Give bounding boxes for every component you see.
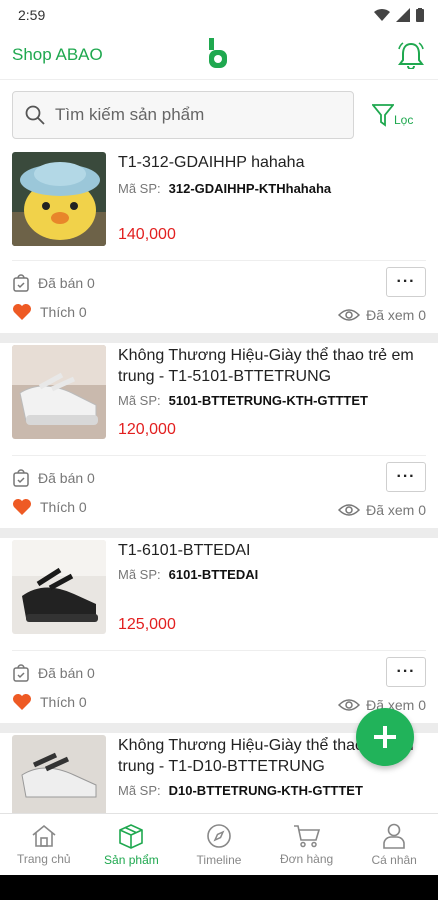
signal-icon <box>396 8 410 22</box>
cart-icon <box>293 824 320 847</box>
home-icon <box>32 824 56 847</box>
product-image <box>12 735 106 813</box>
tab-timeline[interactable]: Timeline <box>175 814 263 875</box>
more-options-button[interactable]: ··· <box>386 462 426 492</box>
product-image <box>12 540 106 634</box>
tab-profile[interactable]: Cá nhân <box>350 814 438 875</box>
product-name: T1-312-GDAIHHP hahaha <box>118 154 305 171</box>
heart-icon <box>13 499 31 515</box>
box-icon <box>119 823 144 849</box>
filter-label: Lọc <box>394 113 414 127</box>
shop-name[interactable]: Shop ABAO <box>12 45 103 65</box>
product-sku: Mã SP: 6101-BTTEDAI <box>118 567 259 582</box>
user-icon <box>383 823 405 849</box>
status-icons <box>374 8 424 22</box>
battery-icon <box>416 8 424 22</box>
bottom-tab-bar: Trang chủ Sản phẩm Timeline Đơn hàng Cá … <box>0 813 438 875</box>
bag-check-icon <box>13 664 29 682</box>
product-sku: Mã SP: 5101-BTTETRUNG-KTH-GTTTET <box>118 393 368 408</box>
app-logo <box>209 38 227 68</box>
view-count: Đã xem 0 <box>338 307 426 323</box>
product-name: T1-6101-BTTEDAI <box>118 542 251 559</box>
eye-icon <box>338 699 361 711</box>
like-count[interactable]: Thích 0 <box>12 498 87 516</box>
more-options-button[interactable]: ··· <box>386 267 426 297</box>
heart-icon <box>13 304 31 320</box>
eye-icon <box>338 309 361 321</box>
product-name: Không Thương Hiệu-Giày thể thao trẻ em t… <box>118 347 414 385</box>
status-bar: 2:59 <box>0 0 438 30</box>
eye-icon <box>338 504 361 516</box>
product-card[interactable]: T1-6101-BTTEDAI Mã SP: 6101-BTTEDAI 125,0… <box>0 538 438 723</box>
product-price: 120,000 <box>118 421 176 438</box>
product-card[interactable]: T1-312-GDAIHHP hahaha Mã SP: 312-GDAIHHP-… <box>0 150 438 333</box>
search-placeholder: Tìm kiếm sản phẩm <box>55 105 205 124</box>
product-price: 140,000 <box>118 226 176 243</box>
search-input[interactable]: Tìm kiếm sản phẩm <box>12 91 354 139</box>
tab-products[interactable]: Sản phẩm <box>88 814 176 875</box>
more-options-button[interactable]: ··· <box>386 657 426 687</box>
app-header: Shop ABAO <box>0 30 438 80</box>
product-image <box>12 345 106 439</box>
like-count[interactable]: Thích 0 <box>12 693 87 711</box>
tab-orders[interactable]: Đơn hàng <box>263 814 351 875</box>
sold-count: Đã bán 0 <box>12 663 95 683</box>
heart-icon <box>13 694 31 710</box>
compass-icon <box>207 823 231 848</box>
status-time: 2:59 <box>18 7 46 23</box>
notification-bell-icon[interactable] <box>396 40 426 70</box>
product-price: 125,000 <box>118 616 176 633</box>
search-icon <box>25 105 45 125</box>
product-card[interactable]: Không Thương Hiệu-Giày thể thao trẻ em t… <box>0 343 438 528</box>
search-row: Tìm kiếm sản phẩm Lọc <box>0 80 438 150</box>
product-sku: Mã SP: 312-GDAIHHP-KTHhahaha <box>118 181 332 196</box>
like-count[interactable]: Thích 0 <box>12 303 87 321</box>
tab-home[interactable]: Trang chủ <box>0 814 88 875</box>
product-sku: Mã SP: D10-BTTETRUNG-KTH-GTTTET <box>118 783 363 798</box>
view-count: Đã xem 0 <box>338 502 426 518</box>
filter-icon <box>372 104 394 127</box>
bag-check-icon <box>13 469 29 487</box>
system-navigation-bar <box>0 875 438 900</box>
bag-check-icon <box>13 274 29 292</box>
sold-count: Đã bán 0 <box>12 468 95 488</box>
add-product-button[interactable] <box>356 708 414 766</box>
wifi-icon <box>374 8 390 21</box>
filter-button[interactable]: Lọc <box>372 103 413 127</box>
product-image <box>12 152 106 246</box>
plus-icon <box>374 726 396 748</box>
sold-count: Đã bán 0 <box>12 273 95 293</box>
